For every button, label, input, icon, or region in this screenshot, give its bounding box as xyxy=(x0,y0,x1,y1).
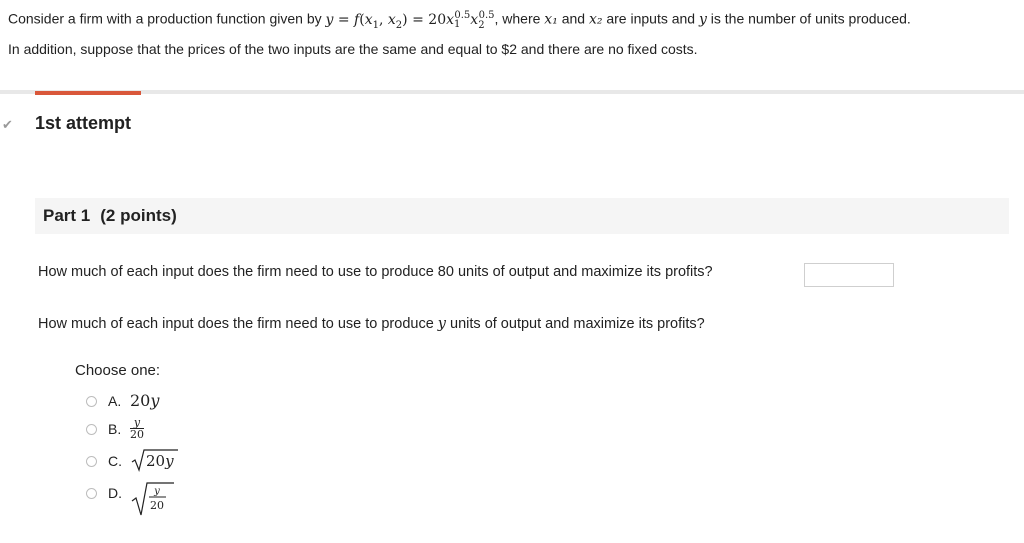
question-2-var: y xyxy=(437,316,446,332)
choose-one-label: Choose one: xyxy=(75,362,161,379)
part-header: Part 1 (2 points) xyxy=(35,198,1009,234)
option-value: y 20 xyxy=(130,416,144,441)
sqrt-symbol: 20y xyxy=(131,449,178,472)
var-x1: x₁ xyxy=(544,11,558,28)
radio-button[interactable] xyxy=(86,396,97,407)
answer-input[interactable] xyxy=(804,263,894,287)
svg-text:20: 20 xyxy=(150,499,164,512)
radio-button[interactable] xyxy=(86,424,97,435)
sqrt-fraction: y 20 xyxy=(131,482,174,516)
question-2-text: How much of each input does the firm nee… xyxy=(38,316,705,332)
attempt-tab-indicator xyxy=(35,91,141,95)
question-line-1: Consider a firm with a production functi… xyxy=(8,4,1018,37)
question-inputs: are inputs and xyxy=(606,10,696,27)
production-function-formula: y = f(x1, x2) = 20x10.5x20.5 xyxy=(325,10,495,31)
svg-text:y: y xyxy=(153,486,160,497)
option-letter: B. xyxy=(108,421,122,437)
question-where: , where xyxy=(494,10,541,27)
radio-button[interactable] xyxy=(86,488,97,499)
question-text: Consider a firm with a production functi… xyxy=(8,4,1018,61)
part-label: Part 1 xyxy=(43,206,91,225)
attempt-separator xyxy=(0,90,1024,94)
question-2-after: units of output and maximize its profits… xyxy=(450,316,705,332)
option-value: y 20 xyxy=(130,481,174,520)
question-end: is the number of units produced. xyxy=(710,10,911,27)
question-intro: Consider a firm with a production functi… xyxy=(8,10,322,27)
option-letter: D. xyxy=(108,485,122,501)
question-2-before: How much of each input does the firm nee… xyxy=(38,316,434,332)
check-icon: ✔ xyxy=(2,117,13,132)
option-letter: A. xyxy=(108,393,122,409)
option-value: 20y xyxy=(130,448,178,475)
svg-text:20y: 20y xyxy=(146,452,174,470)
part-points: (2 points) xyxy=(100,206,177,225)
attempt-title: 1st attempt xyxy=(35,113,132,133)
question-and: and xyxy=(561,10,586,27)
var-y: y xyxy=(698,11,707,28)
option-value: 20y xyxy=(130,391,160,410)
var-x2: x₂ xyxy=(588,11,603,28)
part-title: Part 1 (2 points) xyxy=(43,206,177,226)
radio-button[interactable] xyxy=(86,456,97,467)
question-line-2: In addition, suppose that the prices of … xyxy=(8,41,698,58)
question-1-text: How much of each input does the firm nee… xyxy=(38,264,713,280)
option-letter: C. xyxy=(108,453,122,469)
